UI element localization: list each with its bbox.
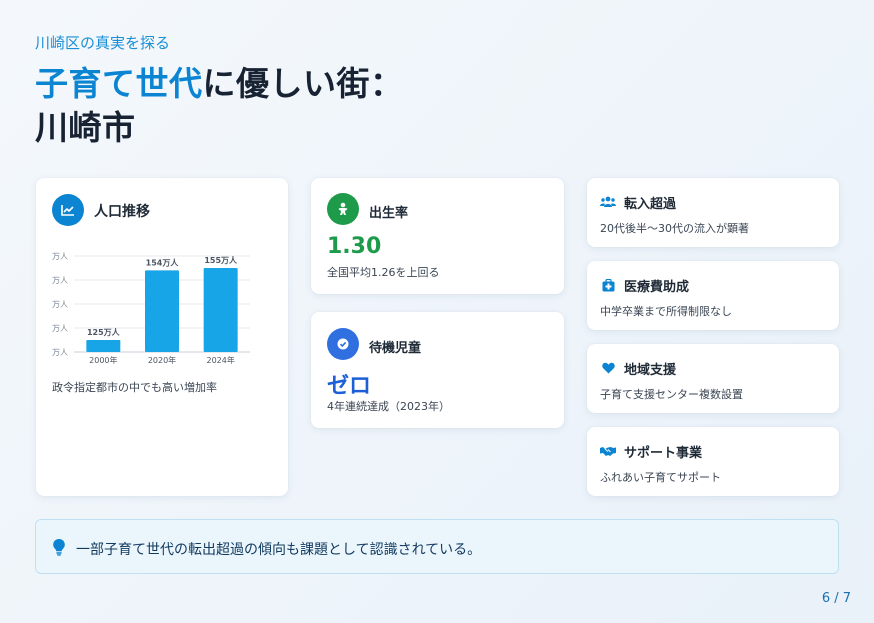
- slide-subtitle: 川崎区の真実を探る: [35, 34, 171, 52]
- birth-rate-value: 1.30: [327, 234, 382, 259]
- side-card-transfer: 転入超過 20代後半〜30代の流入が顕著: [587, 178, 839, 247]
- side-card-community-description: 子育て支援センター複数設置: [600, 388, 743, 401]
- heart-icon: [600, 361, 616, 375]
- waiting-children-value: ゼロ: [327, 374, 372, 399]
- baby-icon: [327, 193, 359, 225]
- waiting-children-description: 4年連続達成（2023年）: [327, 400, 450, 413]
- line-chart-icon: [52, 194, 84, 226]
- chart-x-tick-label: 2020年: [148, 355, 176, 365]
- note-box: 一部子育て世代の転出超過の傾向も課題として認識されている。: [35, 519, 839, 574]
- page-number: 6 / 7: [821, 591, 851, 606]
- chart-bar: [203, 268, 238, 352]
- side-card-medical-label: 医療費助成: [624, 280, 690, 295]
- chart-data-label: 154万人: [146, 257, 180, 267]
- note-text: 一部子育て世代の転出超過の傾向も課題として認識されている。: [76, 542, 482, 558]
- side-card-transfer-label: 転入超過: [624, 197, 677, 212]
- chart-bar: [86, 340, 121, 352]
- chart-y-tick-label: 万人: [52, 300, 68, 309]
- birth-rate-card: 出生率 1.30 全国平均1.26を上回る: [311, 178, 564, 294]
- chart-y-tick-label: 万人: [52, 252, 68, 261]
- population-label: 人口推移: [94, 204, 150, 220]
- side-card-community: 地域支援 子育て支援センター複数設置: [587, 344, 839, 413]
- side-card-transfer-description: 20代後半〜30代の流入が顕著: [600, 222, 749, 235]
- slide-title: 子育て世代に優しい街： 川崎市: [35, 62, 404, 150]
- birth-rate-description: 全国平均1.26を上回る: [327, 266, 440, 279]
- chart-x-tick-label: 2024年: [206, 355, 234, 365]
- title-accent: 子育て世代: [35, 64, 203, 103]
- side-card-support-description: ふれあい子育てサポート: [600, 471, 721, 484]
- check-circle-icon: [327, 328, 359, 360]
- side-card-support-label: サポート事業: [624, 446, 703, 461]
- handshake-icon: [600, 444, 616, 458]
- chart-y-tick-label: 万人: [52, 348, 68, 357]
- side-card-medical-description: 中学卒業まで所得制限なし: [600, 305, 732, 318]
- chart-y-tick-label: 万人: [52, 324, 68, 333]
- population-bar-chart: 万人万人万人万人万人125万人2000年154万人2020年155万人2024年: [52, 252, 250, 365]
- title-line2: 川崎市: [35, 108, 136, 147]
- side-card-support: サポート事業 ふれあい子育てサポート: [587, 427, 839, 496]
- birth-rate-label: 出生率: [369, 206, 409, 221]
- population-caption: 政令指定都市の中でも高い増加率: [52, 381, 217, 394]
- chart-y-tick-label: 万人: [52, 276, 68, 285]
- chart-data-label: 155万人: [204, 255, 238, 265]
- slide: 川崎区の真実を探る 子育て世代に優しい街： 川崎市 人口推移 万人 万人 万人 万人万…: [0, 0, 874, 623]
- medical-kit-icon: [600, 278, 616, 292]
- waiting-children-label: 待機児童: [369, 341, 422, 356]
- chart-data-label: 125万人: [87, 327, 121, 337]
- lightbulb-icon: [53, 539, 65, 556]
- population-card: 人口推移 万人 万人 万人 万人 万人 125万人 2000年 154万人 2020年 155万人…: [36, 178, 288, 496]
- waiting-children-card: 待機児童 ゼロ 4年連続達成（2023年）: [311, 312, 564, 428]
- chart-bar: [145, 270, 179, 352]
- side-card-community-label: 地域支援: [624, 363, 677, 378]
- chart-x-tick-label: 2000年: [89, 355, 117, 365]
- title-rest: に優しい街：: [202, 64, 404, 103]
- side-card-medical: 医療費助成 中学卒業まで所得制限なし: [587, 261, 839, 330]
- users-icon: [600, 195, 616, 209]
